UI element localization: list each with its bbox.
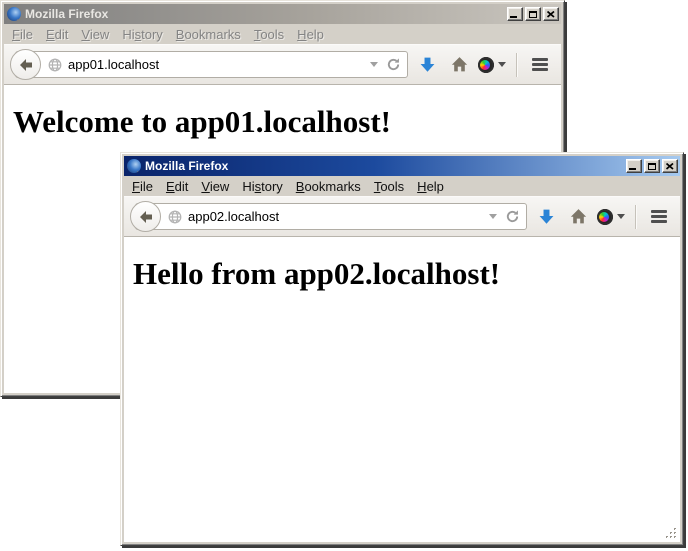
back-button[interactable] (10, 49, 41, 80)
menu-help[interactable]: Help (291, 25, 330, 44)
toolbar-separator (635, 205, 636, 229)
downloads-button[interactable] (414, 52, 440, 78)
titlebar[interactable]: Mozilla Firefox (124, 156, 680, 176)
addon-icon (478, 57, 494, 73)
firefox-logo-icon (7, 7, 21, 21)
window-title: Mozilla Firefox (145, 159, 624, 173)
hamburger-icon (651, 210, 667, 213)
url-text: app01.localhost (68, 57, 159, 72)
globe-icon (168, 210, 182, 224)
page-heading: Hello from app02.localhost! (133, 256, 680, 292)
menu-bar: File Edit View History Bookmarks Tools H… (124, 176, 680, 196)
url-text: app02.localhost (188, 209, 279, 224)
reload-icon[interactable] (505, 209, 520, 224)
home-button[interactable] (446, 52, 472, 78)
menu-tools[interactable]: Tools (248, 25, 290, 44)
page-heading: Welcome to app01.localhost! (13, 104, 561, 140)
maximize-button[interactable] (525, 7, 541, 21)
url-bar[interactable]: app02.localhost (135, 203, 527, 230)
menu-bar: File Edit View History Bookmarks Tools H… (4, 24, 561, 44)
menu-edit[interactable]: Edit (40, 25, 74, 44)
firefox-logo-icon (127, 159, 141, 173)
maximize-icon (529, 11, 537, 18)
menu-view[interactable]: View (75, 25, 115, 44)
hamburger-menu-button[interactable] (527, 52, 553, 78)
minimize-icon (510, 16, 517, 18)
home-icon (570, 208, 587, 225)
addon-button[interactable] (597, 204, 625, 230)
menu-help[interactable]: Help (411, 177, 450, 196)
minimize-icon (629, 168, 636, 170)
window-title: Mozilla Firefox (25, 7, 505, 21)
menu-edit[interactable]: Edit (160, 177, 194, 196)
resize-grip[interactable] (664, 526, 678, 540)
hamburger-icon (532, 58, 548, 61)
minimize-button[interactable] (507, 7, 523, 21)
navigation-toolbar: app02.localhost (124, 196, 680, 237)
back-arrow-icon (138, 209, 154, 225)
back-button[interactable] (130, 201, 161, 232)
menu-file[interactable]: File (6, 25, 39, 44)
url-bar[interactable]: app01.localhost (15, 51, 408, 78)
toolbar-separator (516, 53, 517, 77)
addon-button[interactable] (478, 52, 506, 78)
minimize-button[interactable] (626, 159, 642, 173)
reload-icon[interactable] (386, 57, 401, 72)
addon-icon (597, 209, 613, 225)
menu-file[interactable]: File (126, 177, 159, 196)
downloads-button[interactable] (533, 204, 559, 230)
menu-tools[interactable]: Tools (368, 177, 410, 196)
close-icon (547, 11, 555, 18)
download-arrow-icon (538, 208, 555, 225)
titlebar[interactable]: Mozilla Firefox (4, 4, 561, 24)
hamburger-menu-button[interactable] (646, 204, 672, 230)
addon-dropdown-icon (498, 62, 506, 67)
navigation-toolbar: app01.localhost (4, 44, 561, 85)
browser-window-app02[interactable]: Mozilla Firefox File Edit View History B… (120, 152, 684, 546)
menu-history[interactable]: History (116, 25, 168, 44)
addon-dropdown-icon (617, 214, 625, 219)
maximize-icon (648, 163, 656, 170)
maximize-button[interactable] (644, 159, 660, 173)
home-icon (451, 56, 468, 73)
page-content-app02: Hello from app02.localhost! (124, 237, 680, 542)
menu-bookmarks[interactable]: Bookmarks (170, 25, 247, 44)
urlbar-dropdown-icon[interactable] (489, 214, 497, 219)
download-arrow-icon (419, 56, 436, 73)
close-icon (666, 163, 674, 170)
close-button[interactable] (543, 7, 559, 21)
close-button[interactable] (662, 159, 678, 173)
menu-bookmarks[interactable]: Bookmarks (290, 177, 367, 196)
globe-icon (48, 58, 62, 72)
urlbar-dropdown-icon[interactable] (370, 62, 378, 67)
back-arrow-icon (18, 57, 34, 73)
menu-view[interactable]: View (195, 177, 235, 196)
menu-history[interactable]: History (236, 177, 288, 196)
home-button[interactable] (565, 204, 591, 230)
